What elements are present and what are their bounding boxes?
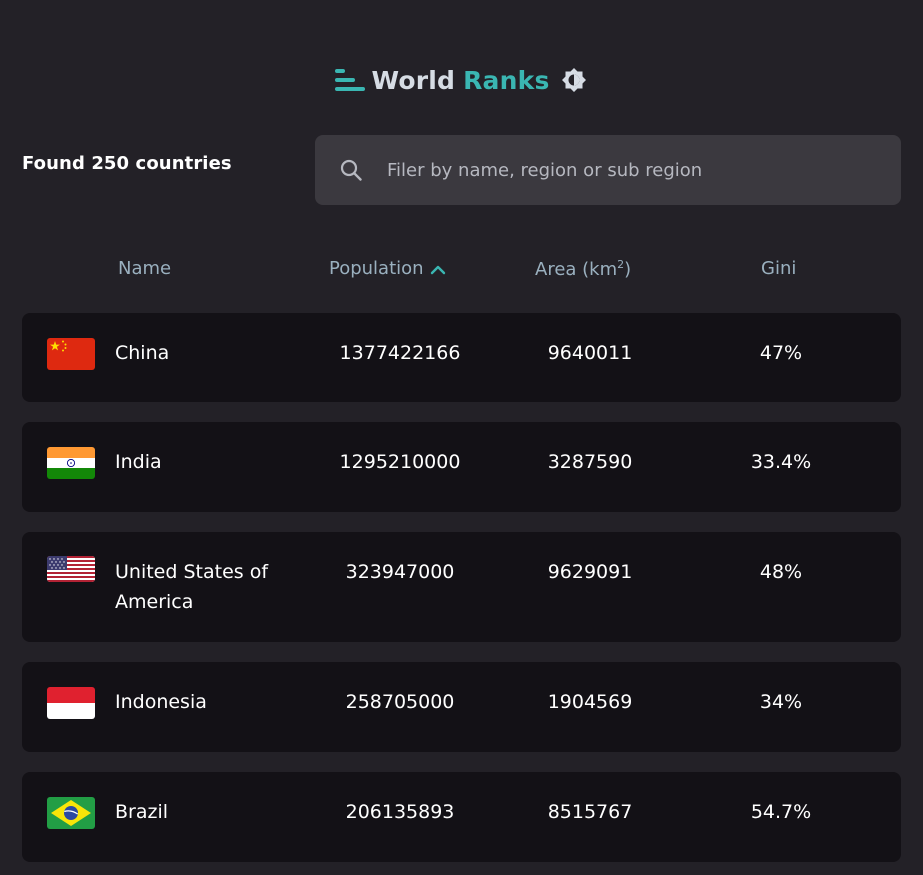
table-row[interactable]: China 1377422166 9640011 47% [22, 313, 901, 402]
country-gini-value: 34% [759, 691, 803, 713]
table-row[interactable]: United States of America 323947000 96290… [22, 532, 901, 642]
column-header-population[interactable]: Population [329, 258, 446, 279]
country-gini-value: 47% [759, 342, 803, 364]
country-population-value: 323947000 [345, 561, 455, 583]
country-area-value: 1904569 [547, 691, 633, 713]
country-name: China [115, 342, 170, 364]
app-title-ranks: Ranks [463, 65, 550, 95]
column-header-population-label: Population [329, 258, 424, 279]
usa-flag [47, 556, 95, 582]
country-name: Brazil [115, 801, 169, 823]
app-logo[interactable]: World Ranks [0, 60, 923, 100]
search-box[interactable] [315, 135, 901, 205]
app-title: World Ranks [371, 66, 549, 95]
table-row[interactable]: Indonesia 258705000 1904569 34% [22, 662, 901, 752]
chevron-up-icon[interactable] [430, 263, 446, 275]
brazil-flag [47, 797, 95, 829]
country-gini-value: 33.4% [750, 451, 812, 473]
column-header-gini[interactable]: Gini [761, 258, 796, 279]
country-area-value: 9629091 [547, 561, 633, 583]
country-name: India [115, 451, 162, 473]
country-population-value: 1295210000 [339, 451, 461, 473]
india-flag [47, 447, 95, 479]
indonesia-flag [47, 687, 95, 719]
app-title-world: World [371, 65, 456, 95]
country-name: Indonesia [115, 691, 207, 713]
column-header-area[interactable]: Area (km2) [535, 258, 631, 280]
country-area-value: 9640011 [547, 342, 633, 364]
bars-icon [335, 69, 366, 91]
country-area-value: 8515767 [547, 801, 633, 823]
column-header-name[interactable]: Name [118, 258, 171, 279]
search-icon [339, 158, 363, 182]
search-input[interactable] [385, 158, 869, 182]
column-header-area-close: ) [624, 259, 632, 280]
country-gini-value: 54.7% [750, 801, 812, 823]
china-flag [47, 338, 95, 370]
theme-toggle-icon[interactable] [560, 66, 588, 94]
country-population-value: 206135893 [345, 801, 455, 823]
column-header-area-label: Area (km [535, 259, 618, 280]
world-ranks-page: WorldRanks Found 250 countries Name Popu… [0, 0, 923, 875]
country-area-value: 3287590 [547, 451, 633, 473]
table-row[interactable]: Brazil 206135893 8515767 54.7% [22, 772, 901, 862]
table-row[interactable]: India 1295210000 3287590 33.4% [22, 422, 901, 512]
country-name: United States of America [115, 561, 269, 613]
found-count: Found 250 countries [22, 153, 232, 174]
country-population-value: 1377422166 [339, 342, 461, 364]
country-population-value: 258705000 [345, 691, 455, 713]
country-gini-value: 48% [759, 561, 803, 583]
